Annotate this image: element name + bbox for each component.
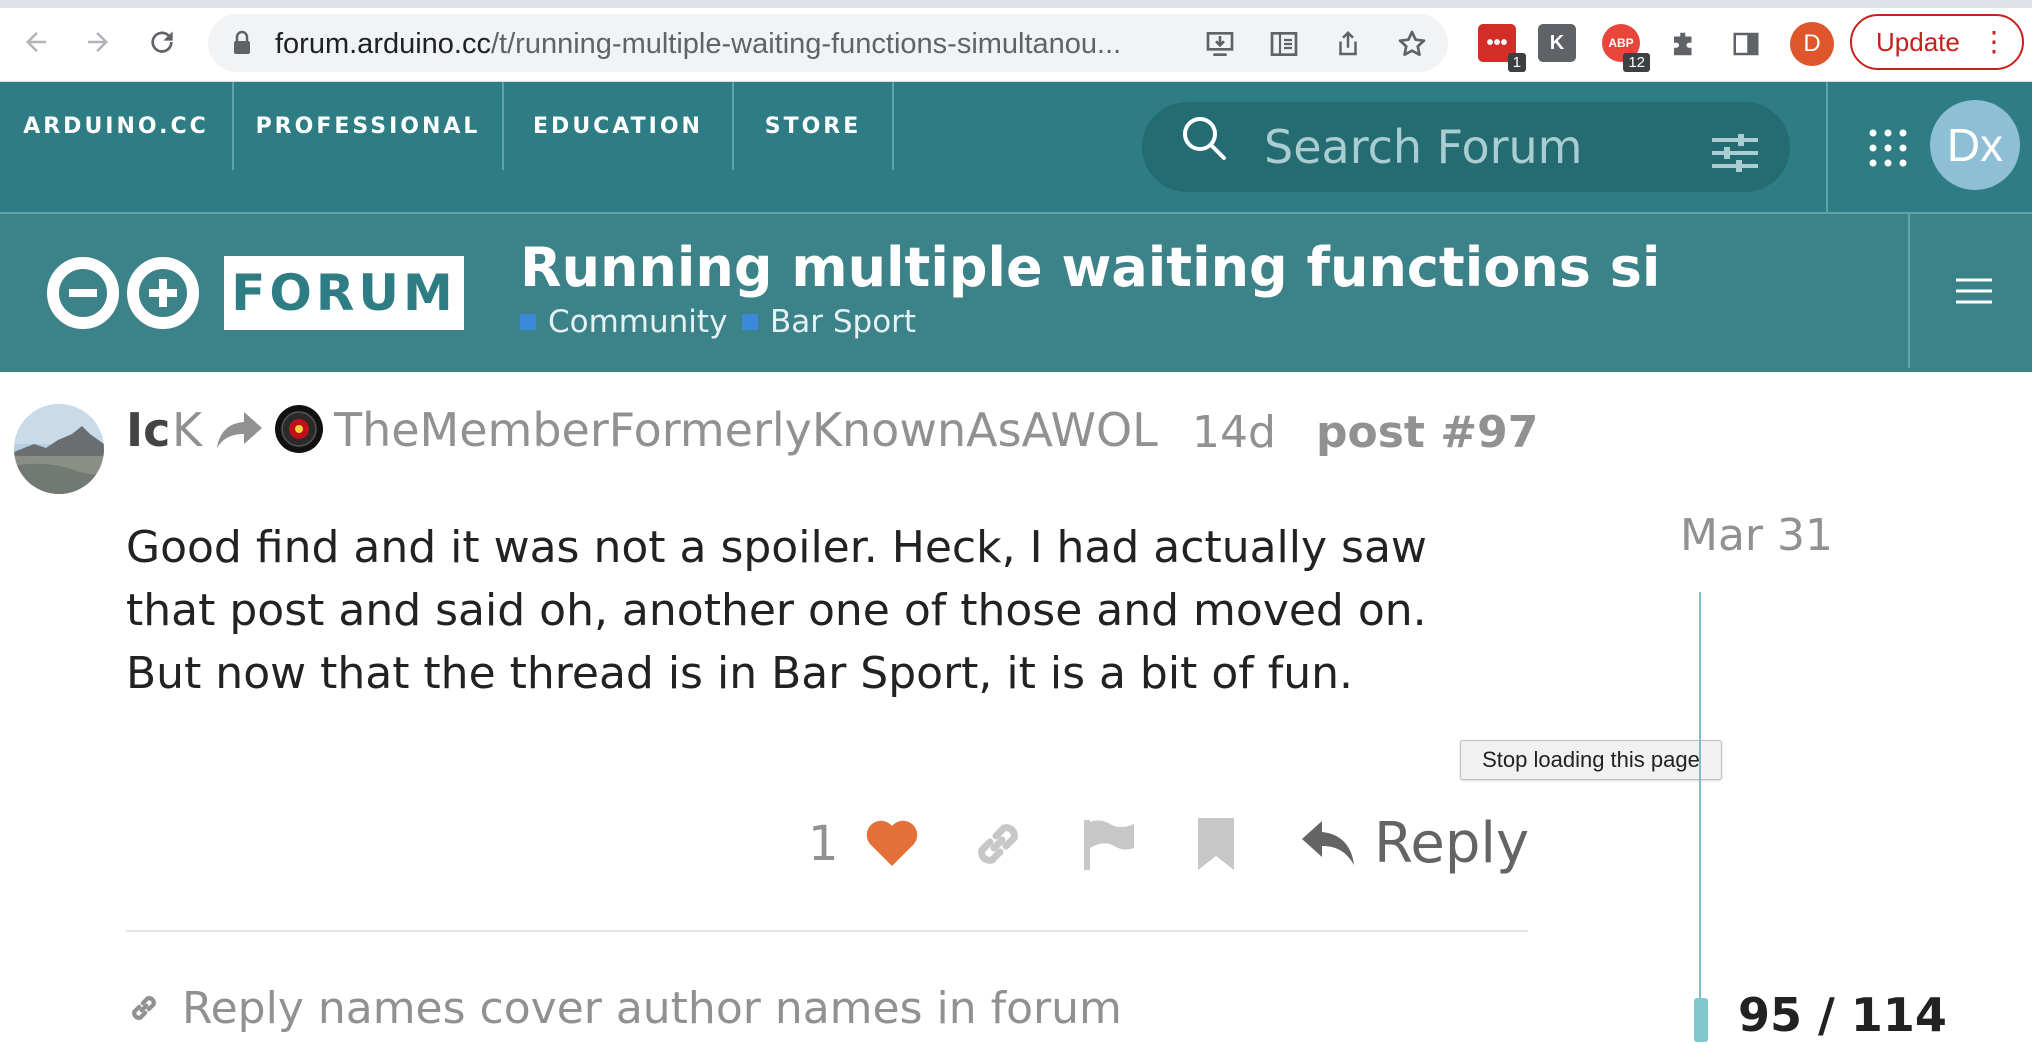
user-avatar[interactable]: Dx bbox=[1930, 100, 2020, 190]
bookmark-icon[interactable] bbox=[1186, 814, 1246, 874]
hamburger-menu-icon[interactable] bbox=[1954, 276, 1994, 306]
reload-icon bbox=[151, 31, 173, 53]
url-host: forum.arduino.cc bbox=[275, 28, 491, 60]
topic-title[interactable]: Running multiple waiting functions sim..… bbox=[520, 236, 1660, 302]
flag-icon[interactable] bbox=[1078, 814, 1138, 874]
url-path: /t/running-multiple-waiting-functions-si… bbox=[491, 28, 1122, 60]
forward-button[interactable] bbox=[76, 20, 120, 64]
bookmark-star-button[interactable] bbox=[1392, 24, 1432, 64]
timeline-progress: 95 / 114 bbox=[1738, 988, 1947, 1042]
browser-tabstrip-edge bbox=[0, 0, 2032, 8]
arduino-logo-icon[interactable] bbox=[44, 256, 202, 330]
extension-badge: 1 bbox=[1507, 53, 1526, 72]
share-button[interactable] bbox=[1328, 24, 1368, 64]
share-arrow-icon bbox=[217, 412, 262, 448]
lastpass-icon: ••• bbox=[1486, 31, 1508, 54]
reload-button[interactable] bbox=[140, 20, 184, 64]
heart-icon[interactable] bbox=[862, 814, 922, 874]
arrow-right-icon bbox=[88, 32, 108, 52]
nav-link-professional[interactable]: PROFESSIONAL bbox=[234, 82, 502, 212]
nav-divider bbox=[1826, 82, 1828, 212]
extensions-menu-button[interactable] bbox=[1664, 24, 1704, 64]
header-divider bbox=[1908, 212, 1910, 368]
reader-mode-button[interactable] bbox=[1264, 24, 1304, 64]
linked-topic[interactable]: Reply names cover author names in forum bbox=[126, 980, 1122, 1036]
search-input[interactable] bbox=[1262, 116, 1692, 178]
category-link-bar-sport[interactable]: Bar Sport bbox=[742, 302, 916, 342]
post-author-username[interactable]: K bbox=[172, 402, 202, 458]
post-body: Good find and it was not a spoiler. Heck… bbox=[126, 522, 1427, 699]
k-extension-icon: K bbox=[1549, 31, 1565, 54]
side-panel-button[interactable] bbox=[1726, 24, 1766, 64]
link-icon[interactable] bbox=[968, 814, 1028, 874]
lastpass-extension-button[interactable]: ••• 1 bbox=[1478, 24, 1526, 72]
linked-topic-title: Reply names cover author names in forum bbox=[182, 982, 1122, 1034]
timeline-scroll-handle[interactable] bbox=[1694, 998, 1708, 1042]
update-button[interactable]: Update ⋮ bbox=[1850, 14, 2024, 70]
forum-logo[interactable]: FORUM bbox=[224, 256, 464, 330]
filter-sliders-icon[interactable] bbox=[1710, 128, 1760, 178]
adblock-icon: ABP bbox=[1608, 36, 1634, 50]
extension-badge: 12 bbox=[1623, 53, 1650, 72]
timeline-start-date[interactable]: Mar 31 bbox=[1680, 510, 1833, 566]
k-extension-button[interactable]: K bbox=[1538, 24, 1576, 62]
timeline-track[interactable] bbox=[1699, 592, 1701, 1002]
category-label: Community bbox=[548, 304, 728, 340]
nav-link-education[interactable]: EDUCATION bbox=[504, 82, 732, 212]
category-label: Bar Sport bbox=[770, 304, 917, 340]
post-age[interactable]: 14d bbox=[1192, 404, 1276, 460]
adblock-extension-button[interactable]: ABP 12 bbox=[1602, 24, 1650, 72]
install-app-button[interactable] bbox=[1200, 24, 1240, 64]
profile-button[interactable]: D bbox=[1790, 22, 1834, 66]
reader-mode-icon bbox=[1270, 32, 1298, 56]
link-icon bbox=[132, 996, 156, 1020]
search-icon[interactable] bbox=[1180, 114, 1230, 164]
category-link-community[interactable]: Community bbox=[520, 302, 727, 342]
nav-link-arduino-cc[interactable]: ARDUINO.CC bbox=[0, 82, 232, 212]
post-author-name[interactable]: Ic bbox=[126, 402, 170, 458]
post-divider bbox=[126, 930, 1528, 932]
reply-to-avatar[interactable] bbox=[274, 404, 324, 454]
kebab-menu-icon: ⋮ bbox=[1980, 26, 2008, 57]
side-panel-icon bbox=[1733, 32, 1759, 56]
reply-button[interactable]: Reply bbox=[1300, 808, 1529, 878]
category-color-square bbox=[520, 314, 536, 330]
category-color-square bbox=[742, 314, 758, 330]
back-button[interactable] bbox=[14, 20, 58, 64]
reply-label: Reply bbox=[1374, 810, 1530, 876]
like-count[interactable]: 1 bbox=[808, 816, 839, 872]
lock-icon bbox=[234, 30, 250, 54]
post-number[interactable]: post #97 bbox=[1316, 404, 1538, 460]
puzzle-icon bbox=[1674, 32, 1692, 56]
arrow-left-icon bbox=[26, 32, 46, 52]
nav-link-store[interactable]: STORE bbox=[734, 82, 892, 212]
apps-grid-icon[interactable] bbox=[1868, 128, 1908, 168]
reply-to-username[interactable]: TheMemberFormerlyKnownAsAWOL bbox=[334, 402, 1158, 458]
star-icon bbox=[1398, 30, 1426, 56]
update-label: Update bbox=[1876, 26, 1960, 57]
post-author-avatar[interactable] bbox=[14, 404, 104, 494]
install-icon bbox=[1206, 32, 1234, 56]
nav-divider bbox=[892, 82, 894, 170]
tooltip: Stop loading this page bbox=[1460, 740, 1722, 780]
reply-icon bbox=[1302, 821, 1354, 865]
url-text[interactable]: forum.arduino.cc/t/running-multiple-wait… bbox=[275, 22, 1121, 66]
share-icon bbox=[1339, 30, 1357, 56]
